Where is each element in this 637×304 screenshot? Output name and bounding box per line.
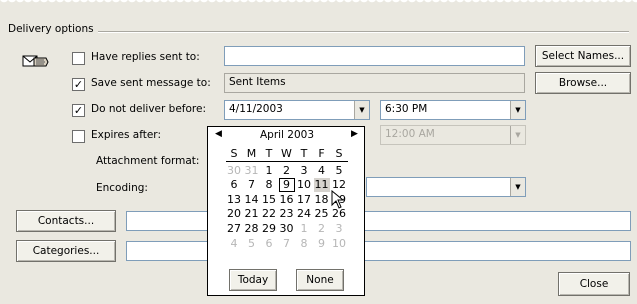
contacts-button[interactable]: Contacts... — [16, 210, 116, 232]
calendar-day[interactable]: 18 — [314, 193, 330, 207]
expires-time-value: 12:00 AM — [385, 128, 435, 140]
calendar-day[interactable]: 30 — [279, 222, 295, 236]
calendar-weekday-header: F — [318, 147, 325, 160]
have-replies-checkbox[interactable] — [72, 52, 85, 65]
calendar-weekday-header: S — [335, 147, 343, 160]
calendar-day[interactable]: 2 — [279, 164, 295, 178]
calendar-weekday-header: S — [230, 147, 238, 160]
hand-envelope-icon — [22, 55, 49, 67]
browse-button[interactable]: Browse... — [535, 72, 631, 94]
calendar-weekday-header: T — [300, 147, 308, 160]
calendar-day[interactable]: 5 — [244, 237, 260, 251]
expires-checkbox[interactable] — [72, 130, 85, 143]
calendar-day[interactable]: 11 — [313, 178, 330, 193]
calendar-day[interactable]: 4 — [226, 237, 242, 251]
expires-time-field: 12:00 AM — [380, 125, 526, 145]
calendar-day[interactable]: 1 — [261, 164, 277, 178]
calendar-day[interactable]: 15 — [261, 193, 277, 207]
do-not-deliver-label: Do not deliver before: — [91, 103, 206, 115]
chevron-down-icon: ▼ — [515, 183, 521, 191]
calendar-day[interactable]: 4 — [314, 164, 330, 178]
calendar-weekday-separator — [226, 161, 348, 162]
mouse-cursor-icon — [331, 190, 345, 209]
calendar-day[interactable]: 29 — [261, 222, 277, 236]
date-picker-calendar: ◀ April 2003 ▶ S M T W T F S 30 31 1 2 3 4 5 6 7 8 9 10 11 1… — [207, 126, 365, 296]
do-not-deliver-time-value: 6:30 PM — [385, 103, 428, 115]
select-names-button[interactable]: Select Names... — [535, 45, 631, 67]
group-divider — [8, 31, 629, 33]
group-title: Delivery options — [8, 23, 98, 35]
close-button[interactable]: Close — [558, 272, 630, 296]
calendar-day[interactable]: 9 — [278, 178, 295, 193]
calendar-day[interactable]: 21 — [244, 207, 260, 221]
calendar-day[interactable]: 22 — [261, 207, 277, 221]
calendar-day[interactable]: 31 — [244, 164, 260, 178]
calendar-header: ◀ April 2003 ▶ — [208, 129, 366, 143]
calendar-day[interactable]: 9 — [314, 237, 330, 251]
encoding-dropdown-button[interactable]: ▼ — [510, 178, 525, 196]
calendar-day[interactable]: 10 — [296, 178, 312, 192]
calendar-day[interactable]: 13 — [226, 193, 242, 207]
do-not-deliver-time-field[interactable]: 6:30 PM — [380, 100, 526, 120]
encoding-label: Encoding: — [96, 182, 148, 194]
calendar-day[interactable]: 14 — [244, 193, 260, 207]
calendar-weekday-header: W — [281, 147, 292, 160]
do-not-deliver-date-value: 4/11/2003 — [229, 103, 283, 115]
calendar-weekday-header: M — [246, 147, 257, 160]
attachment-format-label: Attachment format: — [96, 155, 200, 167]
calendar-day[interactable]: 8 — [296, 237, 312, 251]
today-button[interactable]: Today — [229, 269, 277, 291]
calendar-day[interactable]: 5 — [331, 164, 347, 178]
calendar-day[interactable]: 7 — [279, 237, 295, 251]
categories-input[interactable] — [126, 241, 631, 261]
calendar-day[interactable]: 25 — [314, 207, 330, 221]
calendar-day[interactable]: 3 — [331, 222, 347, 236]
categories-button[interactable]: Categories... — [16, 240, 116, 262]
calendar-day[interactable]: 17 — [296, 193, 312, 207]
calendar-day[interactable]: 6 — [261, 237, 277, 251]
save-sent-label: Save sent message to: — [91, 77, 211, 89]
calendar-day[interactable]: 16 — [279, 193, 295, 207]
calendar-day[interactable]: 20 — [226, 207, 242, 221]
expires-label: Expires after: — [91, 129, 161, 141]
have-replies-input[interactable] — [224, 46, 525, 66]
calendar-day[interactable]: 28 — [244, 222, 260, 236]
calendar-day[interactable]: 23 — [279, 207, 295, 221]
have-replies-label: Have replies sent to: — [91, 51, 200, 63]
calendar-day[interactable]: 10 — [331, 237, 347, 251]
torn-top-edge — [0, 0, 637, 10]
chevron-down-icon: ▼ — [515, 131, 521, 139]
calendar-day[interactable]: 6 — [226, 178, 242, 192]
checkmark-icon: ✓ — [73, 78, 84, 91]
calendar-weekday-header: T — [265, 147, 273, 160]
calendar-day[interactable]: 8 — [261, 178, 277, 192]
do-not-deliver-checkbox[interactable]: ✓ — [72, 104, 85, 117]
calendar-day[interactable]: 27 — [226, 222, 242, 236]
calendar-day[interactable]: 2 — [314, 222, 330, 236]
calendar-day[interactable]: 30 — [226, 164, 242, 178]
chevron-down-icon: ▼ — [359, 106, 365, 114]
do-not-deliver-date-field[interactable]: 4/11/2003 — [224, 100, 370, 120]
next-month-icon[interactable]: ▶ — [351, 129, 358, 139]
expires-time-dropdown: ▼ — [510, 126, 525, 144]
calendar-day[interactable]: 1 — [296, 222, 312, 236]
date-dropdown-button[interactable]: ▼ — [354, 101, 369, 119]
contacts-input[interactable] — [126, 211, 631, 231]
calendar-day[interactable]: 24 — [296, 207, 312, 221]
save-sent-folder-field: Sent Items — [224, 73, 525, 93]
time-dropdown-button[interactable]: ▼ — [510, 101, 525, 119]
calendar-day[interactable]: 3 — [296, 164, 312, 178]
calendar-day[interactable]: 7 — [244, 178, 260, 192]
checkmark-icon: ✓ — [73, 104, 84, 117]
encoding-select[interactable] — [366, 177, 526, 197]
calendar-month-label: April 2003 — [259, 129, 315, 141]
chevron-down-icon: ▼ — [515, 106, 521, 114]
save-sent-checkbox[interactable]: ✓ — [72, 78, 85, 91]
none-button[interactable]: None — [296, 269, 344, 291]
